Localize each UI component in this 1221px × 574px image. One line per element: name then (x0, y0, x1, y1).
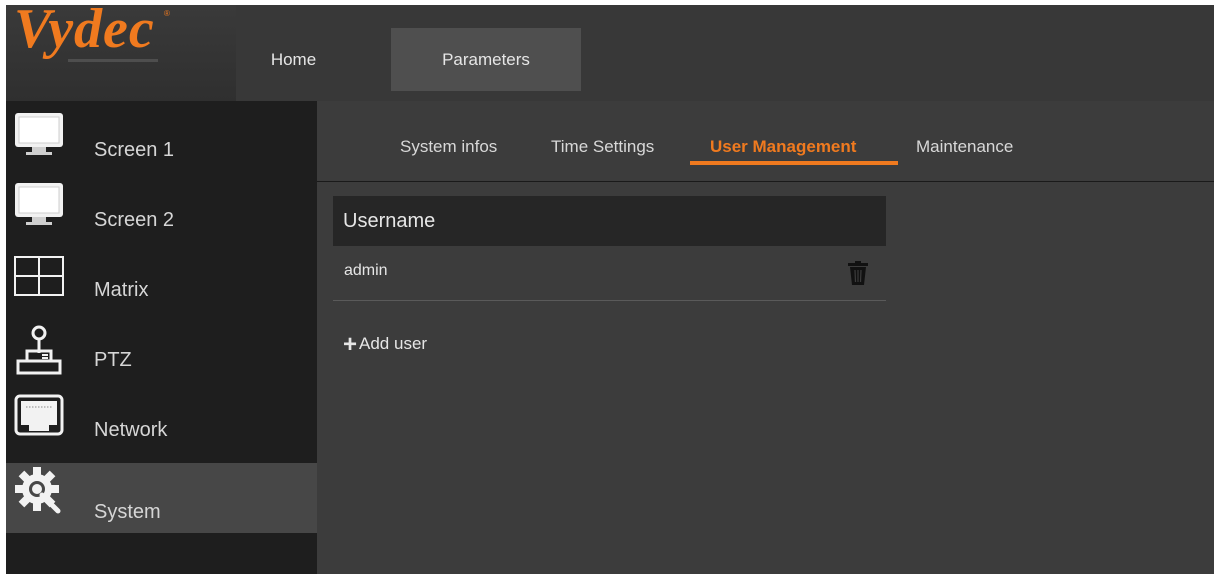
trash-icon[interactable] (845, 260, 871, 286)
sidebar-item-screen-1[interactable]: Screen 1 (6, 101, 317, 171)
tab-system-infos[interactable]: System infos (400, 137, 497, 157)
monitor-icon (15, 113, 63, 155)
nav-home-link[interactable]: Home (246, 29, 341, 91)
registered-mark: ® (164, 9, 170, 18)
sidebar-item-label: Matrix (94, 279, 149, 301)
tab-user-management[interactable]: User Management (710, 137, 856, 157)
sidebar-item-matrix[interactable]: Matrix (6, 241, 317, 311)
sidebar-item-label: PTZ (94, 349, 132, 371)
sidebar-item-system[interactable]: System (6, 463, 317, 533)
ethernet-port-icon (14, 394, 64, 436)
gear-wrench-icon (15, 467, 61, 514)
app-frame: Vydec ® Home Parameters Screen 1 Screen … (6, 0, 1214, 574)
sidebar-item-label: Screen 1 (94, 139, 175, 161)
add-user-label: Add user (359, 334, 428, 353)
add-user-button[interactable]: + Add user (343, 331, 428, 358)
top-header: Vydec ® Home Parameters (6, 0, 1214, 102)
sidebar-item-ptz[interactable]: PTZ (6, 311, 317, 381)
users-table: Username admin (333, 196, 886, 301)
main-panel: System infos Time Settings User Manageme… (317, 101, 1214, 574)
monitor-icon (15, 183, 63, 225)
tab-maintenance[interactable]: Maintenance (916, 137, 1013, 157)
plus-icon: + (343, 331, 358, 358)
logo-text: Vydec (14, 0, 155, 60)
sidebar-item-label: Screen 2 (94, 209, 175, 231)
joystick-icon (16, 325, 62, 375)
column-header-username: Username (333, 196, 886, 246)
logo-tagline (68, 59, 158, 62)
grid-icon (14, 256, 64, 296)
sidebar: Screen 1 Screen 2 Matrix PTZ Network Sys… (6, 101, 317, 574)
sidebar-item-screen-2[interactable]: Screen 2 (6, 171, 317, 241)
username-cell: admin (344, 262, 388, 279)
nav-parameters-link[interactable]: Parameters (391, 28, 581, 91)
table-row: admin (333, 246, 886, 301)
tab-time-settings[interactable]: Time Settings (551, 137, 654, 157)
vydec-logo[interactable]: Vydec ® (6, 0, 236, 101)
parameter-tabs: System infos Time Settings User Manageme… (317, 101, 1214, 182)
sidebar-item-label: System (94, 501, 161, 523)
sidebar-item-label: Network (94, 419, 168, 441)
sidebar-item-network[interactable]: Network (6, 381, 317, 451)
active-tab-indicator (690, 161, 898, 165)
